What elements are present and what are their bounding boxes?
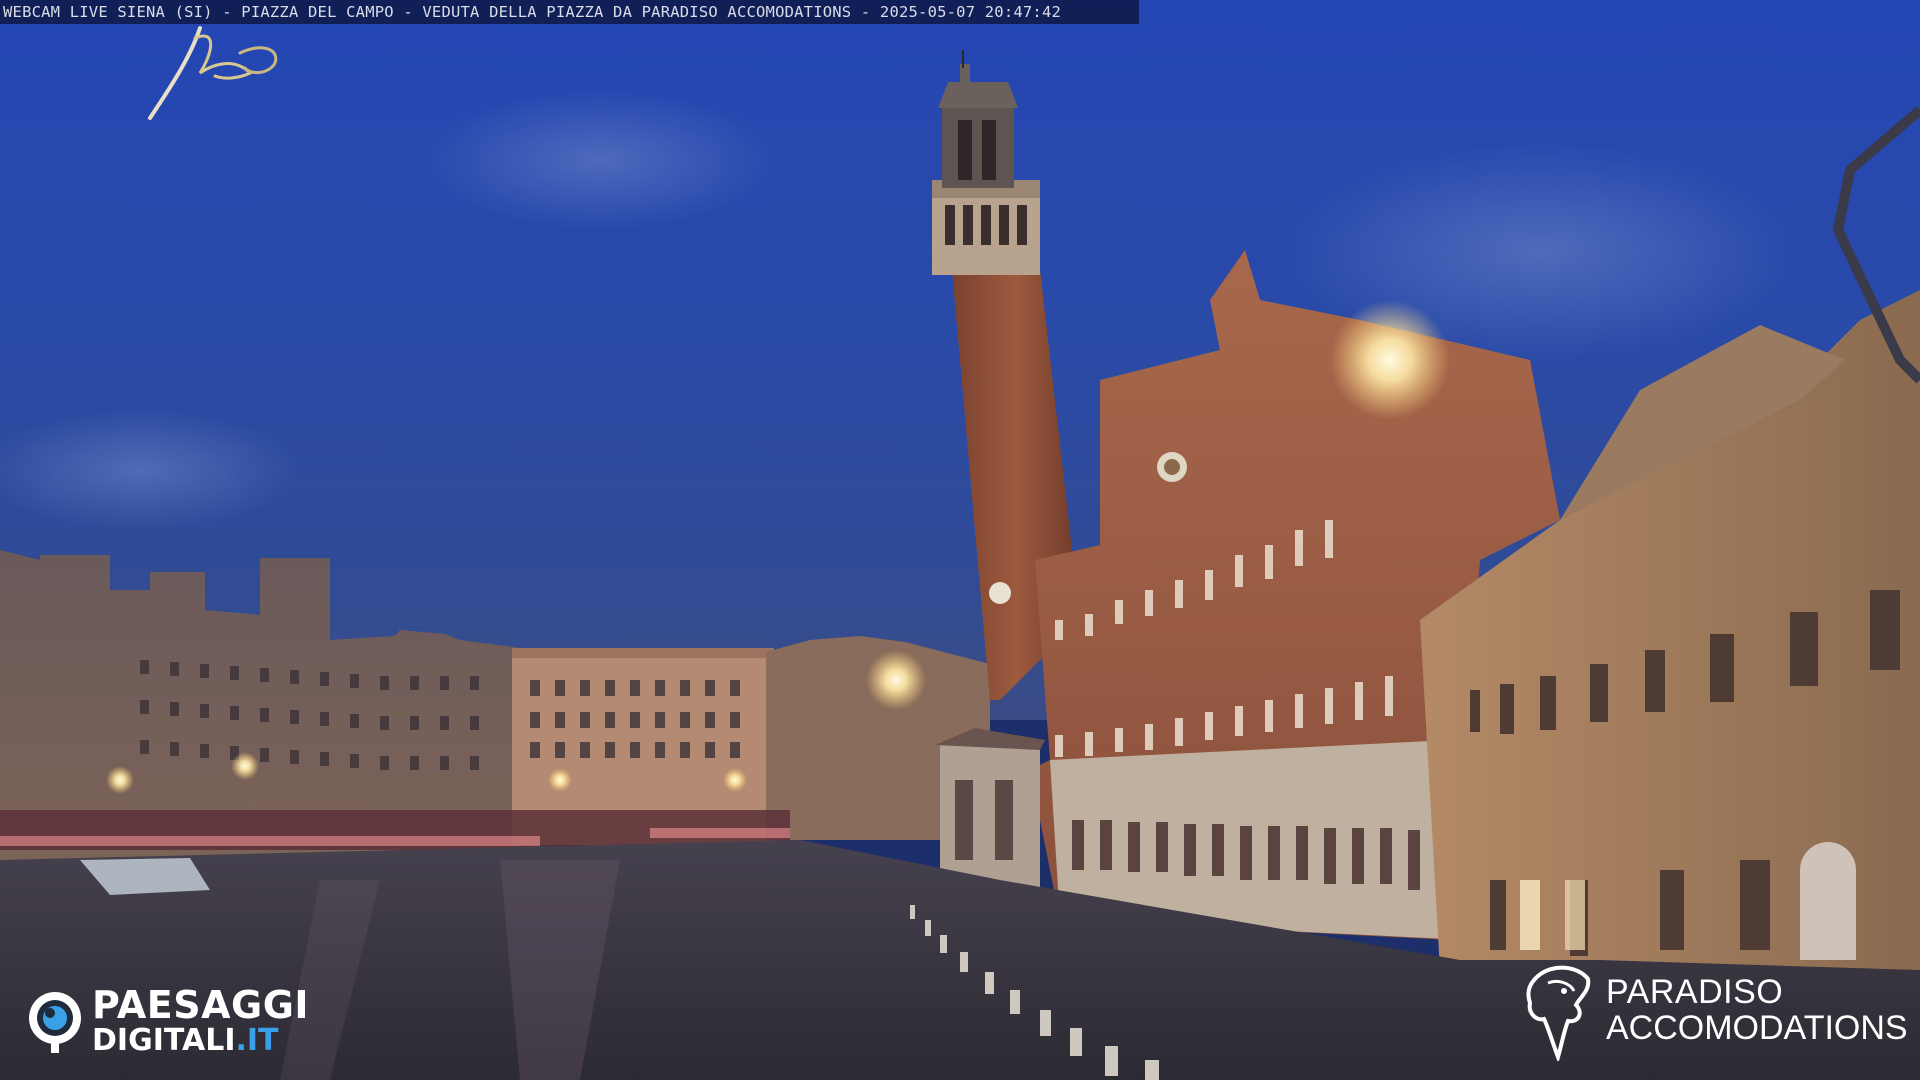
- paradiso-accomodations-watermark: PARADISO ACCOMODATIONS: [1518, 956, 1908, 1066]
- brand-line-accomodations: ACCOMODATIONS: [1606, 1009, 1908, 1047]
- webcam-scene: [0, 0, 1920, 1080]
- wall-lamp-glow: [1330, 300, 1450, 420]
- eye-logo-icon: [29, 992, 81, 1053]
- webcam-caption: WEBCAM LIVE SIENA (SI) - PIAZZA DEL CAMP…: [0, 0, 1139, 24]
- cappella-di-piazza: [935, 728, 1045, 892]
- webcam-frame: WEBCAM LIVE SIENA (SI) - PIAZZA DEL CAMP…: [0, 0, 1920, 1080]
- brand-suffix-it: .IT: [235, 1023, 279, 1058]
- street-lamp-glow: [866, 650, 926, 710]
- cloud: [420, 90, 780, 230]
- brand-line-paesaggi: PAESAGGI: [92, 983, 310, 1027]
- brand-line-paradiso: PARADISO: [1606, 973, 1784, 1012]
- horse-head-logo-icon: [1526, 965, 1591, 1061]
- brand-line-digitali: DIGITALI: [92, 1023, 236, 1058]
- paesaggi-digitali-watermark: PAESAGGI DIGITALI.IT: [26, 986, 309, 1056]
- signature-logo: [148, 26, 278, 120]
